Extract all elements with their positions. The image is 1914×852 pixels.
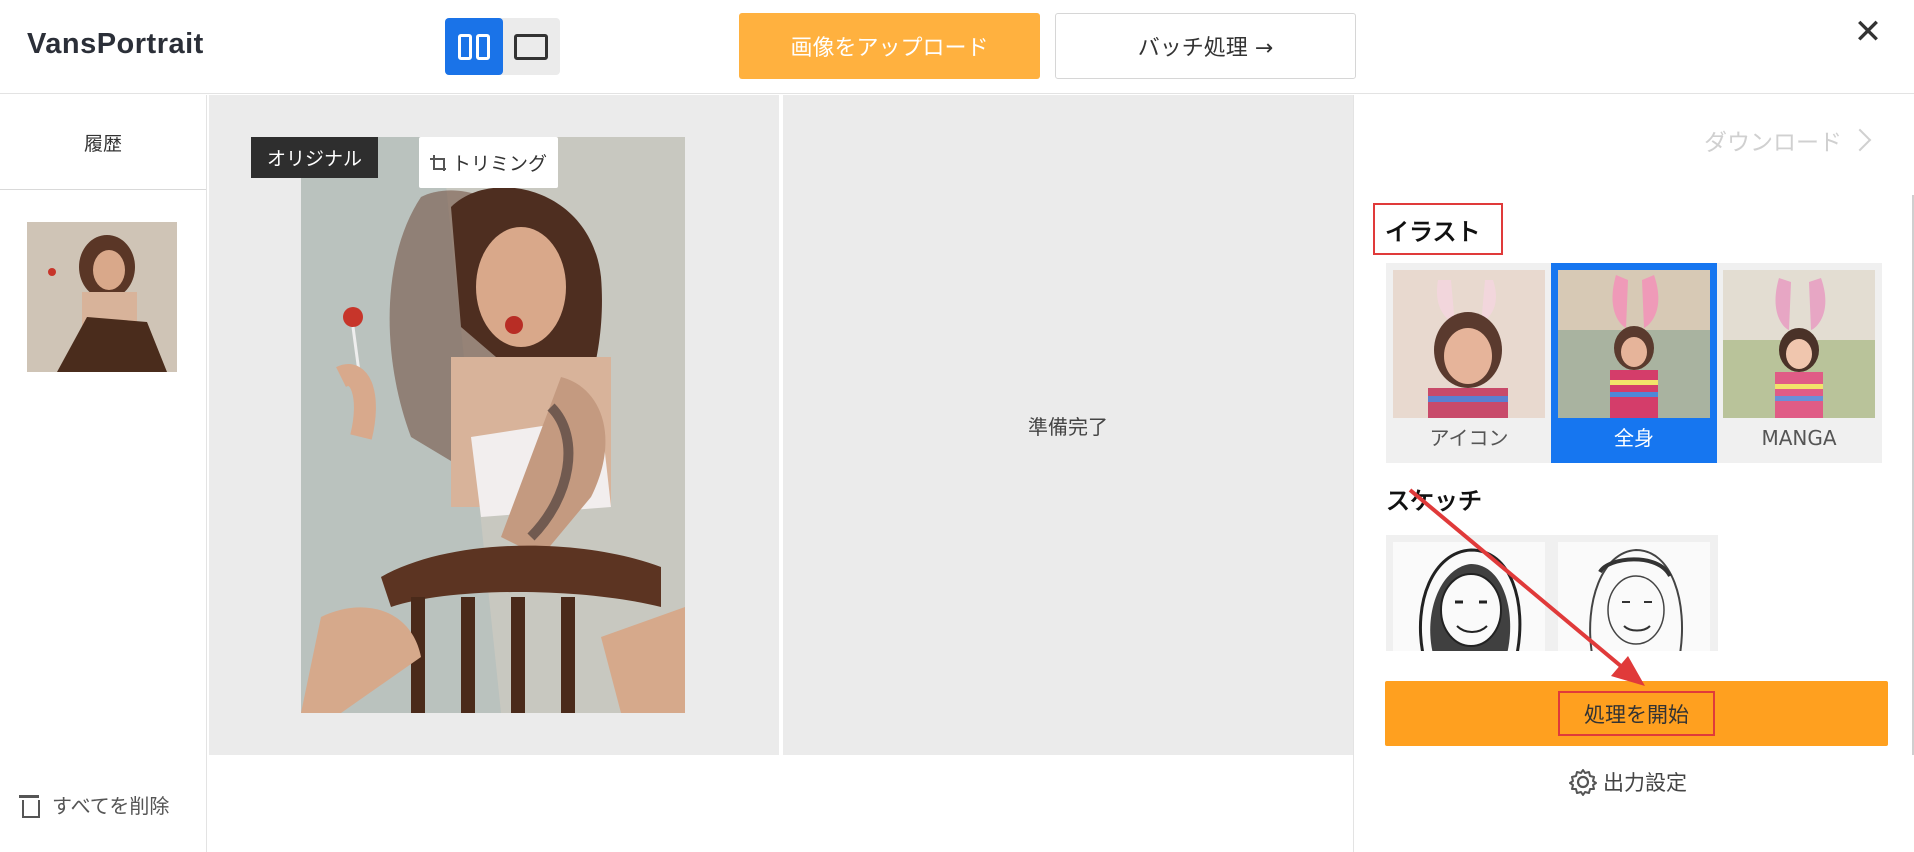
trash-icon (18, 793, 40, 818)
style-panel: ダウンロード イラスト アイコン 全身 MANGA スケッチ 処理を開始 出力設… (1353, 95, 1914, 852)
style-label: アイコン (1429, 426, 1509, 450)
style-option-icon[interactable]: アイコン (1386, 263, 1552, 463)
start-processing-button[interactable]: 処理を開始 (1385, 681, 1888, 746)
chevron-right-icon (1848, 128, 1872, 152)
illustration-title-text: イラスト (1385, 217, 1481, 246)
history-sidebar: 履歴 すべてを削除 (0, 95, 207, 852)
output-settings-button[interactable]: 出力設定 (1569, 767, 1687, 797)
history-thumbnail[interactable] (27, 222, 177, 372)
style-label: MANGA (1761, 426, 1837, 450)
style-preview-full-body (1558, 270, 1710, 418)
sketch-section-title: スケッチ (1386, 487, 1482, 515)
gear-icon (1569, 769, 1597, 796)
sketch-option-2[interactable] (1558, 542, 1710, 651)
batch-process-button[interactable]: バッチ処理 → (1055, 13, 1356, 79)
split-view-button[interactable] (445, 18, 503, 75)
illustration-style-grid: アイコン 全身 MANGA (1386, 263, 1882, 463)
history-tab[interactable]: 履歴 (0, 95, 206, 190)
delete-all-button[interactable]: すべてを削除 (18, 790, 169, 819)
original-photo (301, 137, 685, 713)
thumbnail-image (27, 222, 177, 372)
original-preview-pane: オリジナル トリミング (209, 95, 779, 755)
style-preview-manga (1723, 270, 1875, 418)
original-tag: オリジナル (251, 137, 379, 178)
download-button[interactable]: ダウンロード (1704, 123, 1872, 157)
style-option-full-body[interactable]: 全身 (1551, 263, 1717, 463)
style-label: 全身 (1614, 426, 1654, 450)
single-view-button[interactable] (502, 18, 560, 75)
upload-image-button[interactable]: 画像をアップロード (739, 13, 1040, 79)
style-option-manga[interactable]: MANGA (1716, 263, 1882, 463)
illustration-section-title: イラスト (1373, 203, 1503, 255)
portrait-image (301, 137, 685, 713)
sketch-style-grid (1386, 535, 1718, 651)
trim-button[interactable]: トリミング (419, 137, 559, 188)
result-preview-pane: 準備完了 (783, 95, 1353, 755)
view-mode-toggle (445, 18, 560, 75)
download-label: ダウンロード (1704, 130, 1842, 156)
sketch-preview-1 (1393, 542, 1545, 651)
close-icon[interactable]: ✕ (1853, 14, 1883, 50)
delete-all-label: すべてを削除 (52, 794, 170, 818)
sketch-preview-2 (1558, 542, 1710, 651)
sketch-option-1[interactable] (1393, 542, 1545, 651)
top-bar: VansPortrait 画像をアップロード バッチ処理 → ✕ (0, 0, 1914, 94)
output-settings-label: 出力設定 (1603, 771, 1687, 795)
single-view-icon (514, 33, 548, 60)
trim-label: トリミング (452, 153, 548, 175)
split-view-icon (458, 33, 490, 60)
style-preview-icon (1393, 270, 1545, 418)
crop-icon (430, 154, 446, 171)
ready-status-text: 準備完了 (1028, 414, 1108, 439)
app-logo: VansPortrait (27, 28, 204, 60)
start-processing-label: 処理を開始 (1558, 691, 1715, 736)
